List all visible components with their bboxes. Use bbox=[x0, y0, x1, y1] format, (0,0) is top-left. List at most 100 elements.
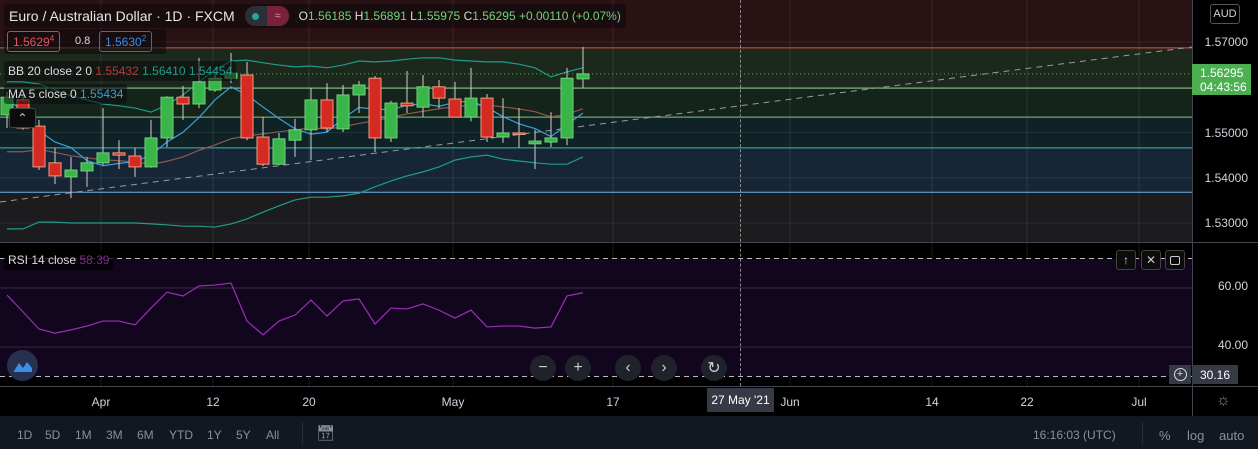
level-zone bbox=[0, 192, 1192, 242]
time-tick: Jun bbox=[780, 395, 800, 409]
crosshair-date-label: 27 May '21 bbox=[707, 388, 774, 412]
candle-down bbox=[368, 77, 382, 139]
time-tick: Apr bbox=[91, 395, 111, 409]
settings-sun-icon[interactable]: ☼ bbox=[1216, 392, 1231, 410]
add-level-button[interactable]: + bbox=[1169, 365, 1191, 384]
scroll-right-button[interactable]: › bbox=[651, 355, 677, 381]
range-1y[interactable]: 1Y bbox=[207, 428, 222, 442]
market-open-icon bbox=[252, 12, 260, 20]
wave-icon: ≈ bbox=[266, 6, 289, 26]
candle-up bbox=[144, 137, 158, 168]
arrow-up-icon: ↑ bbox=[1123, 253, 1129, 267]
rsi-tick: 40.00 bbox=[1217, 338, 1248, 352]
reset-chart-button[interactable]: ↻ bbox=[701, 355, 727, 381]
range-ytd[interactable]: YTD bbox=[169, 428, 193, 442]
market-status-toggle[interactable]: ≈ bbox=[244, 6, 289, 26]
candle-down bbox=[32, 125, 46, 168]
candle-up bbox=[384, 102, 398, 139]
ma-legend[interactable]: MA 5 close 0 1.55434 bbox=[4, 84, 128, 104]
symbol-title[interactable]: Euro / Australian Dollar · 1D · FXCM bbox=[9, 8, 235, 24]
candle-up bbox=[64, 169, 78, 178]
buy-button[interactable]: 1.56302 bbox=[99, 31, 153, 52]
candle-up bbox=[192, 81, 206, 105]
price-tick: 1.53000 bbox=[1204, 216, 1248, 230]
candle-up bbox=[304, 99, 318, 131]
candle-down bbox=[128, 155, 142, 168]
candle-down bbox=[400, 102, 414, 107]
zoom-out-button[interactable]: − bbox=[530, 355, 556, 381]
chevron-left-icon: ‹ bbox=[625, 359, 631, 376]
close-pane-button[interactable]: ✕ bbox=[1141, 250, 1161, 270]
time-axis-border bbox=[0, 386, 1258, 387]
range-1d[interactable]: 1D bbox=[17, 428, 32, 442]
candle-up bbox=[96, 152, 110, 164]
toolbar-divider bbox=[1142, 422, 1143, 444]
log-toggle[interactable]: log bbox=[1187, 428, 1204, 443]
candle-up bbox=[528, 140, 542, 145]
candle-up bbox=[272, 138, 286, 165]
spread-value: 0.8 bbox=[75, 35, 91, 47]
scroll-left-button[interactable]: ‹ bbox=[615, 355, 641, 381]
time-tick: 20 bbox=[302, 395, 316, 409]
price-pane[interactable] bbox=[0, 0, 1192, 242]
zoom-in-button[interactable]: + bbox=[565, 355, 591, 381]
rsi-band bbox=[0, 258, 1192, 377]
plus-icon: + bbox=[573, 359, 583, 376]
range-5d[interactable]: 5D bbox=[45, 428, 60, 442]
sell-button[interactable]: 1.56294 bbox=[7, 31, 61, 52]
percent-toggle[interactable]: % bbox=[1159, 428, 1171, 443]
candle-up bbox=[352, 84, 366, 96]
ohlc-values: O1.56185 H1.56891 L1.55975 C1.56295 +0.0… bbox=[298, 9, 621, 23]
range-all[interactable]: All bbox=[266, 428, 279, 442]
time-tick: 12 bbox=[206, 395, 220, 409]
candle-down bbox=[320, 99, 334, 129]
goto-date-calendar-icon[interactable]: 📅︎ bbox=[316, 424, 335, 442]
price-tick: 1.57000 bbox=[1204, 35, 1248, 49]
rsi-legend[interactable]: RSI 14 close 58.39 bbox=[4, 250, 114, 270]
chevron-right-icon: › bbox=[661, 359, 667, 376]
currency-button[interactable]: AUD bbox=[1210, 4, 1240, 24]
candle-up bbox=[416, 86, 430, 108]
range-6m[interactable]: 6M bbox=[137, 428, 154, 442]
time-tick: 22 bbox=[1020, 395, 1034, 409]
candle-down bbox=[432, 86, 446, 99]
bb-legend[interactable]: BB 20 close 2 0 1.55432 1.56410 1.54454 bbox=[4, 61, 237, 81]
candle-up bbox=[464, 97, 478, 118]
price-axis-border bbox=[1192, 0, 1193, 416]
price-tick: 1.55000 bbox=[1204, 126, 1248, 140]
candle-down bbox=[176, 96, 190, 105]
rsi-pane[interactable] bbox=[0, 243, 1192, 386]
crosshair-vertical bbox=[740, 0, 741, 386]
candle-down bbox=[112, 152, 126, 156]
candle-up bbox=[288, 129, 302, 141]
minus-icon: − bbox=[538, 359, 548, 376]
candle-up bbox=[544, 137, 558, 143]
symbol-legend: Euro / Australian Dollar · 1D · FXCM ≈ O… bbox=[4, 4, 626, 28]
candle-up bbox=[560, 77, 574, 139]
auto-toggle[interactable]: auto bbox=[1219, 428, 1244, 443]
range-1m[interactable]: 1M bbox=[75, 428, 92, 442]
candle-up bbox=[336, 94, 350, 130]
range-3m[interactable]: 3M bbox=[106, 428, 123, 442]
clock[interactable]: 16:16:03 (UTC) bbox=[1033, 428, 1116, 442]
price-tick: 1.54000 bbox=[1204, 171, 1248, 185]
candle-down bbox=[512, 132, 526, 135]
candle-up bbox=[576, 73, 590, 80]
range-5y[interactable]: 5Y bbox=[236, 428, 251, 442]
plus-circle-icon: + bbox=[1173, 368, 1187, 381]
maximize-icon bbox=[1170, 255, 1180, 265]
tradingview-logo-button[interactable] bbox=[7, 350, 38, 381]
time-tick: 17 bbox=[606, 395, 620, 409]
time-tick: Jul bbox=[1131, 395, 1147, 409]
candle-down bbox=[480, 97, 494, 138]
logo-icon bbox=[13, 361, 32, 372]
rsi-tick: 60.00 bbox=[1217, 279, 1248, 293]
crosshair-rsi-label: 30.16 bbox=[1192, 365, 1238, 384]
collapse-legend-button[interactable]: ⌃ bbox=[9, 108, 36, 128]
maximize-pane-button[interactable] bbox=[1165, 250, 1185, 270]
candle-down bbox=[48, 162, 62, 177]
chevron-up-icon: ⌃ bbox=[17, 111, 28, 125]
pane-separator[interactable] bbox=[0, 242, 1258, 243]
close-icon: ✕ bbox=[1145, 253, 1157, 267]
move-up-button[interactable]: ↑ bbox=[1116, 250, 1136, 270]
